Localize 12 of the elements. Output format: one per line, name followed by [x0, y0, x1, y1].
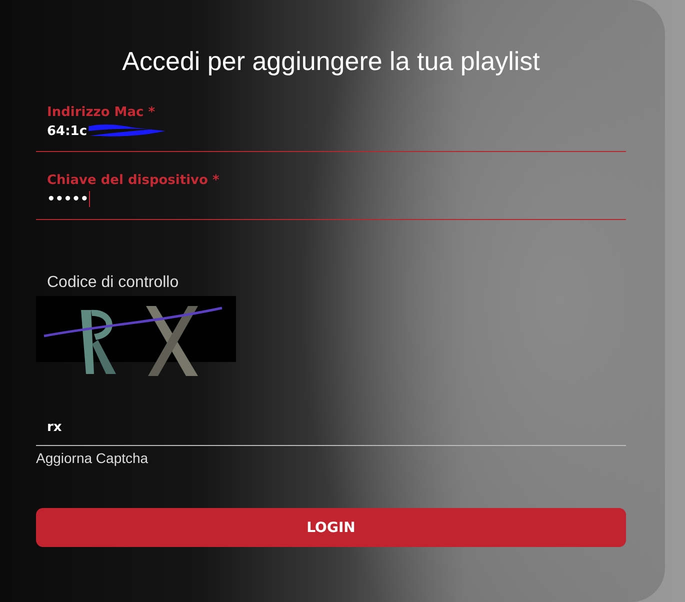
dialog-title: Accedi per aggiungere la tua playlist: [121, 45, 541, 78]
refresh-captcha-link[interactable]: Aggiorna Captcha: [36, 448, 148, 468]
field-label: Indirizzo Mac *: [47, 104, 156, 121]
text-cursor: [88, 191, 90, 207]
field-value: •••••: [47, 192, 89, 206]
input-field[interactable]: Indirizzo Mac * 64:1c: [36, 104, 626, 152]
field-value: 64:1c: [47, 124, 88, 138]
captcha-input[interactable]: rx: [36, 416, 626, 446]
field-label: Chiave del dispositivo *: [47, 172, 220, 189]
captcha-label: Codice di controllo: [46, 273, 180, 293]
login-button[interactable]: LOGIN: [36, 508, 626, 547]
input-field[interactable]: Chiave del dispositivo * •••••: [36, 172, 626, 220]
